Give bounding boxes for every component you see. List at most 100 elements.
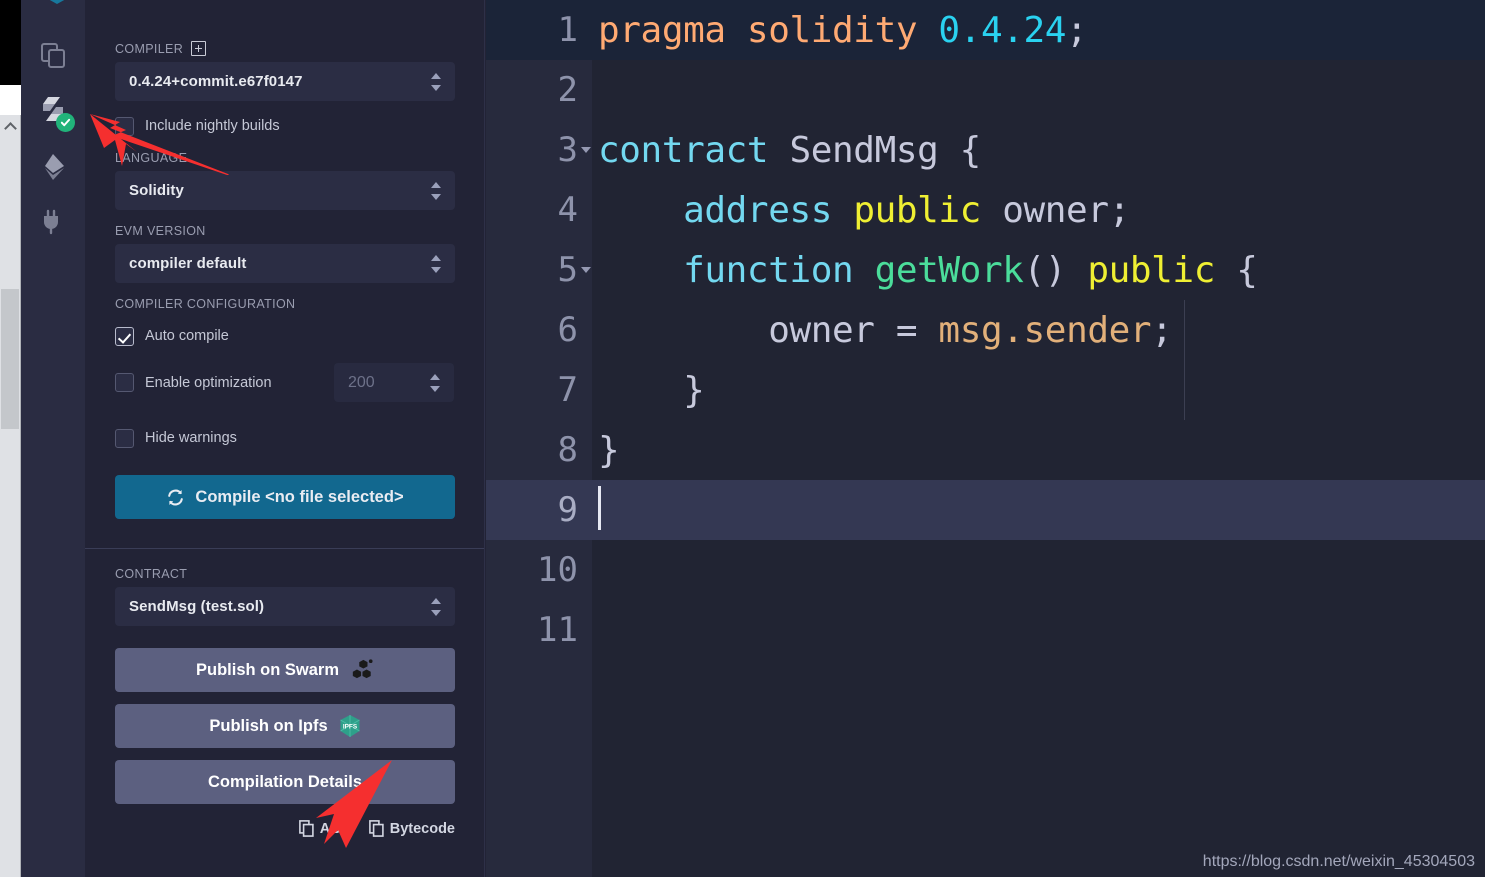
auto-compile-label: Auto compile [145,328,229,344]
compilation-details-button[interactable]: Compilation Details [115,760,455,804]
line-number: 3 [486,130,592,170]
compile-button[interactable]: Compile <no file selected> [115,475,455,519]
line-number: 9 [557,490,578,530]
line-number: 6 [557,310,578,350]
sidebar-item-solidity-compiler[interactable] [21,82,85,136]
code-token: { [1236,249,1258,291]
sidebar-item-deploy-run[interactable] [21,140,85,194]
evm-version-value: compiler default [129,255,247,272]
line-number: 5 [486,250,592,290]
line-number: 10 [537,550,578,590]
compiler-version-select[interactable]: 0.4.24+commit.e67f0147 [115,62,455,101]
code-token: = [895,309,939,351]
hide-warnings-label: Hide warnings [145,430,237,446]
remix-ide-window: COMPILER 0.4.24+commit.e67f0147 Include … [0,0,1485,877]
chevron-updown-icon[interactable] [431,180,442,202]
code-line[interactable]: 7 } [486,360,1485,420]
code-text: address public owner; [592,190,1485,231]
chevron-updown-icon[interactable] [431,253,442,275]
code-text: owner = msg.sender; [592,310,1485,351]
code-line[interactable]: 11 [486,600,1485,660]
language-section-label: LANGUAGE [115,151,454,165]
publish-swarm-label: Publish on Swarm [195,660,340,679]
scrollbar-track[interactable] [0,115,21,877]
publish-on-ipfs-button[interactable]: Publish on Ipfs IPFS [115,704,455,748]
code-token: () [1023,249,1088,291]
code-token: ; [1151,309,1173,351]
left-icon-rail [21,0,85,877]
publish-on-swarm-button[interactable]: Publish on Swarm [115,648,455,692]
scroll-up-arrow-icon[interactable] [0,115,20,137]
auto-compile-row[interactable]: Auto compile [115,325,454,347]
code-line[interactable]: 8} [486,420,1485,480]
fold-caret-icon[interactable] [581,267,591,273]
copy-icon [368,820,384,837]
swarm-icon [352,659,373,679]
include-nightly-builds-row[interactable]: Include nightly builds [115,115,454,137]
code-text: } [592,430,1485,471]
hide-warnings-checkbox[interactable] [115,428,134,448]
hide-warnings-row[interactable]: Hide warnings [115,427,454,449]
language-select[interactable]: Solidity [115,171,455,210]
include-nightly-builds-checkbox[interactable] [115,116,134,136]
scrollbar-thumb[interactable] [1,289,19,429]
copy-abi-label: ABI [319,820,345,837]
code-line[interactable]: 1 pragma solidity 0.4.24; [486,0,1485,60]
code-token: address [683,189,854,231]
code-line[interactable]: 2 [486,60,1485,120]
code-line[interactable]: 6 owner = msg.sender; [486,300,1485,360]
code-token: { [959,129,982,171]
compile-button-label: Compile <no file selected> [195,487,404,506]
language-label-text: LANGUAGE [115,151,188,165]
code-token: } [683,369,705,411]
code-token: msg.sender [938,309,1152,351]
code-line[interactable]: 10 [486,540,1485,600]
code-token: pragma [598,9,747,51]
chevron-updown-icon[interactable] [430,372,441,394]
code-token: owner [768,309,896,351]
evm-version-select[interactable]: compiler default [115,244,455,283]
include-nightly-builds-label: Include nightly builds [145,118,280,134]
scrollbar-gap [0,85,21,115]
solidity-compiler-panel: COMPILER 0.4.24+commit.e67f0147 Include … [85,0,485,877]
copy-abi-button[interactable]: ABI [298,820,345,837]
sidebar-item-plugin-manager[interactable] [21,194,85,248]
watermark-text: https://blog.csdn.net/weixin_45304503 [1202,853,1475,870]
evm-label-text: EVM VERSION [115,224,206,238]
auto-compile-checkbox[interactable] [115,326,134,346]
code-text: function getWork() public { [592,250,1485,291]
fold-caret-icon[interactable] [581,147,591,153]
evm-version-section-label: EVM VERSION [115,224,454,238]
sync-icon [168,489,184,505]
enable-optimization-row[interactable]: Enable optimization 200 [115,363,454,402]
enable-optimization-label: Enable optimization [145,374,272,391]
copy-bytecode-button[interactable]: Bytecode [368,820,455,837]
code-editor[interactable]: 1 pragma solidity 0.4.24; 2 3 contract SendM… [486,0,1485,877]
language-value: Solidity [129,182,184,199]
contract-value: SendMsg (test.sol) [129,598,265,615]
code-token: ; [1066,9,1088,51]
contract-select[interactable]: SendMsg (test.sol) [115,587,455,626]
sidebar-item-file-explorers[interactable] [21,28,85,82]
line-number: 2 [557,70,578,110]
optimization-runs-input[interactable]: 200 [334,363,454,402]
browser-scrollbar[interactable] [0,0,21,877]
line-number: 11 [537,610,578,650]
line-number: 1 [557,10,578,50]
svg-text:IPFS: IPFS [343,724,358,731]
chevron-updown-icon[interactable] [431,596,442,618]
code-line[interactable]: 4 address public owner; [486,180,1485,240]
enable-optimization-checkbox[interactable] [115,373,134,392]
compiler-config-label-text: COMPILER CONFIGURATION [115,297,296,311]
add-custom-compiler-icon[interactable] [191,41,207,56]
chevron-updown-icon[interactable] [431,71,442,93]
remix-logo[interactable] [35,0,79,18]
code-line[interactable]: 3 contract SendMsg { [486,120,1485,180]
ipfs-icon: IPFS [339,715,360,737]
code-line[interactable]: 5 function getWork() public { [486,240,1485,300]
compiler-label-text: COMPILER [115,41,184,56]
code-token: } [598,429,620,471]
code-line[interactable]: 9 [486,480,1485,540]
